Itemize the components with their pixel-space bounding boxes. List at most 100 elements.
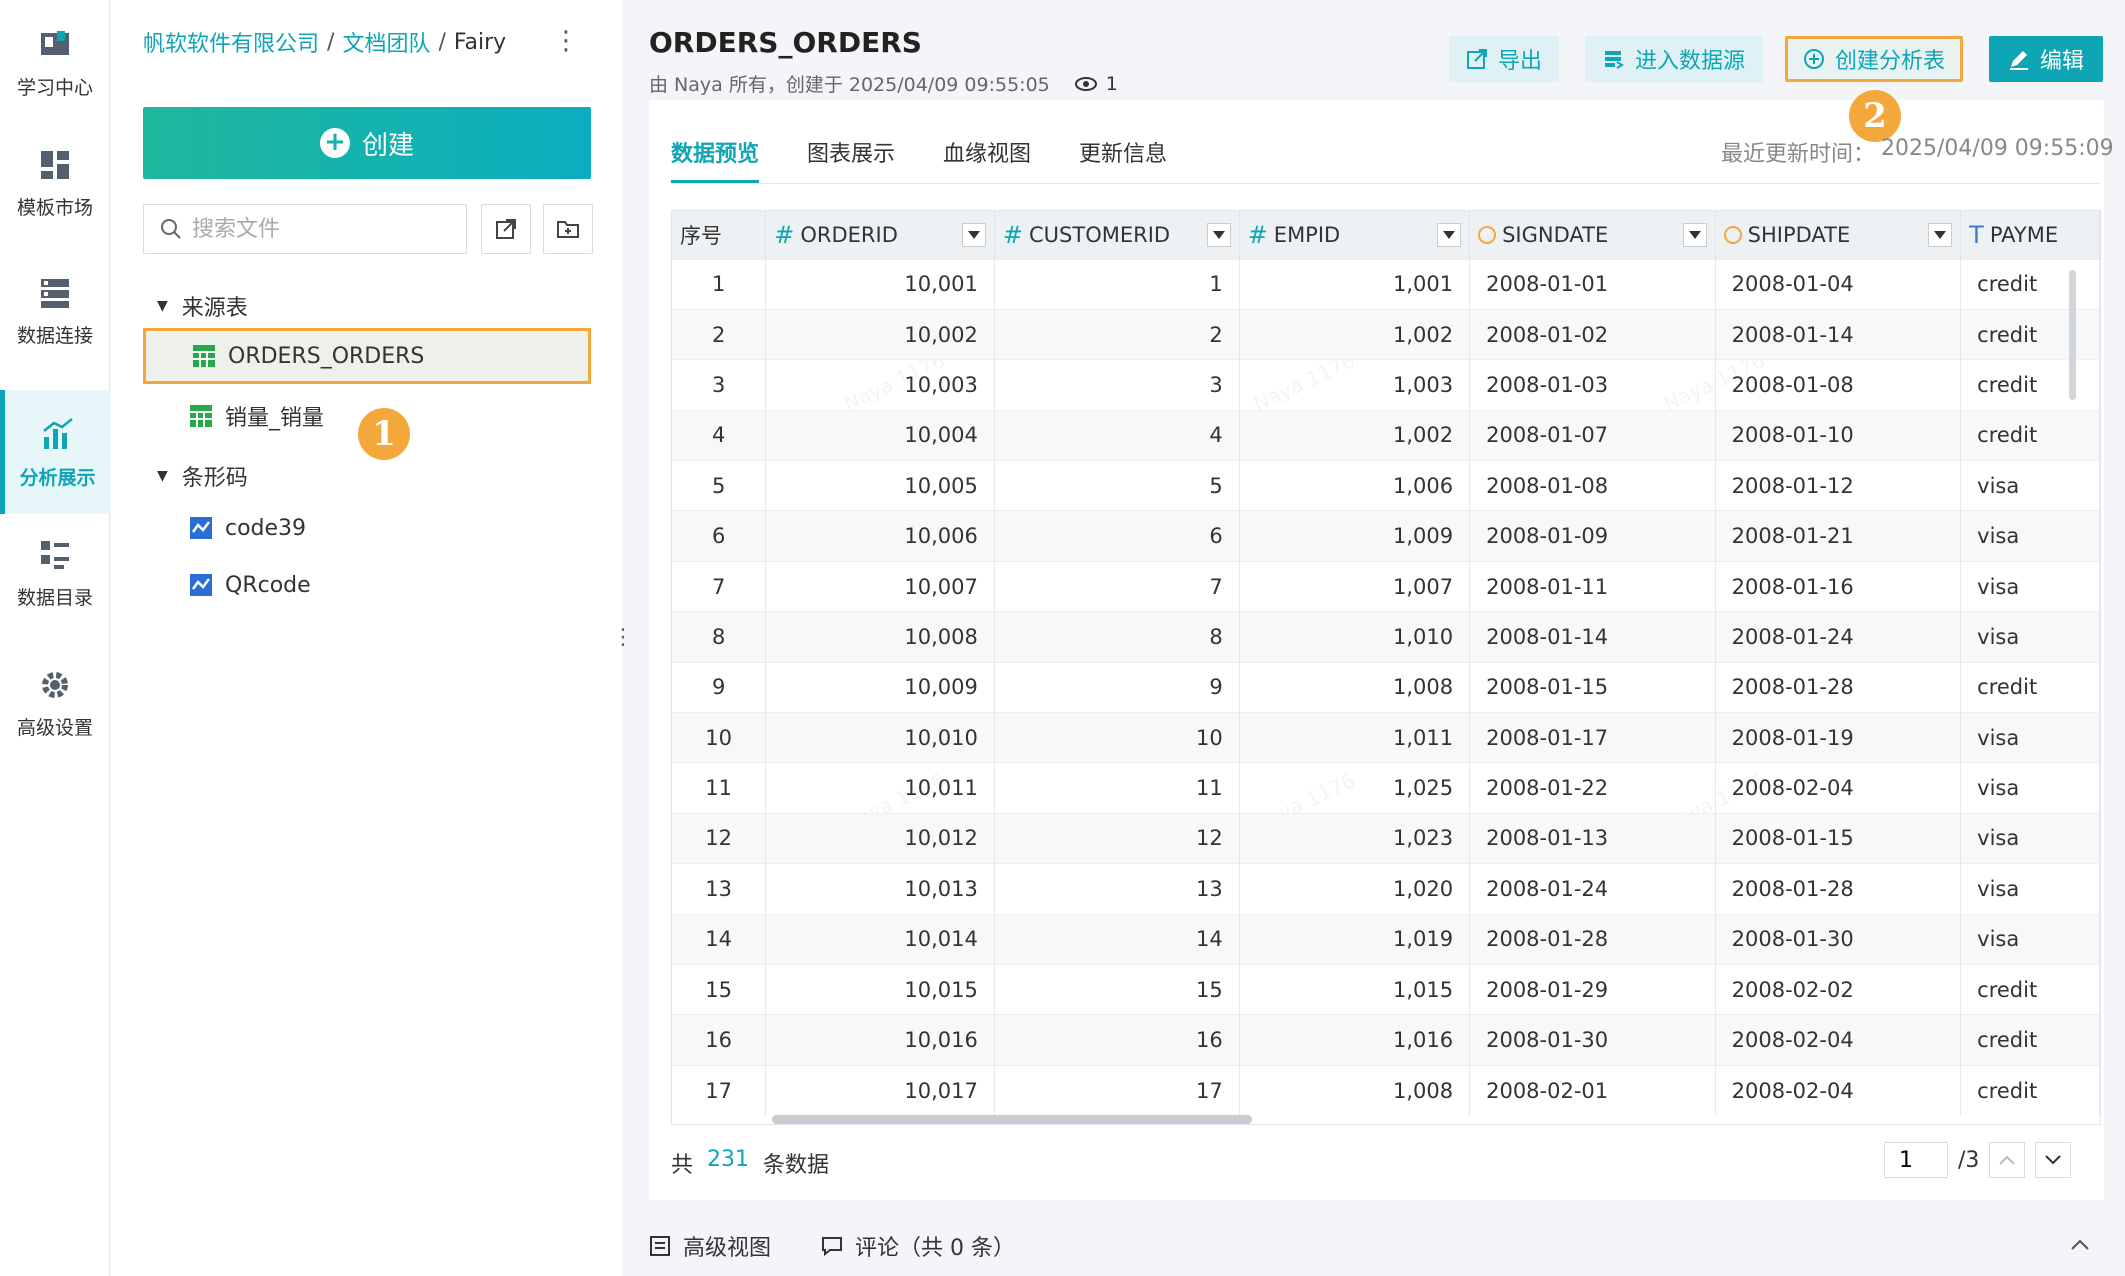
rail-item-data-connection[interactable]: 数据连接 [0, 248, 110, 372]
expand-panel-button[interactable] [2070, 1232, 2090, 1257]
table-cell: 1,020 [1239, 863, 1471, 915]
tree-group-source[interactable]: ▼ 来源表 [157, 290, 248, 322]
file-panel: 帆软软件有限公司 / 文档团队 / Fairy ⋮ + 创建 ▼ 来源表 ORD… [111, 0, 622, 1276]
table-row[interactable]: 6 10,006 6 1,009 2008-01-09 2008-01-21 visa [672, 510, 2100, 562]
tree-item-orders[interactable]: ORDERS_ORDERS [143, 328, 591, 384]
column-header-signdate[interactable]: SIGNDATE [1469, 211, 1716, 259]
table-cell: 2008-01-28 [1715, 661, 1962, 713]
column-header-empid[interactable]: # EMPID [1239, 211, 1471, 259]
table-row[interactable]: 2 10,002 2 1,002 2008-01-02 2008-01-14 credit [672, 308, 2100, 360]
pagination: /3 [1884, 1142, 2072, 1178]
rail-item-analysis[interactable]: 分析展示 [0, 390, 110, 514]
template-icon [41, 150, 69, 179]
rail-label: 学习中心 [16, 76, 93, 99]
column-header-orderid[interactable]: # ORDERID [765, 211, 995, 259]
table-row[interactable]: 12 10,012 12 1,023 2008-01-13 2008-01-15 visa [672, 812, 2100, 864]
table-cell: credit [1960, 1064, 2100, 1116]
column-dropdown-button[interactable] [1206, 222, 1231, 247]
column-header-payment[interactable]: T PAYME [1960, 211, 2100, 259]
horizontal-scrollbar[interactable] [772, 1115, 1252, 1124]
search-input[interactable] [192, 216, 452, 242]
export-button[interactable]: 导出 [1449, 36, 1559, 82]
edit-button[interactable]: 编辑 [1989, 36, 2103, 82]
column-dropdown-button[interactable] [961, 222, 986, 247]
page-subtitle: 由 Naya 所有，创建于 2025/04/09 09:55:05 1 [649, 70, 1118, 97]
advanced-view-button[interactable]: 高级视图 [649, 1230, 771, 1262]
tree-item-qrcode[interactable]: QRcode [143, 557, 591, 613]
prev-page-button[interactable] [1989, 1142, 2026, 1178]
column-dropdown-button[interactable] [1437, 222, 1462, 247]
rail-label: 模板市场 [16, 196, 93, 219]
create-analysis-table-button[interactable]: 创建分析表 [1785, 36, 1963, 82]
tab-update-info[interactable]: 更新信息 [1079, 136, 1167, 184]
vertical-scrollbar[interactable] [2069, 270, 2076, 400]
page-input[interactable] [1884, 1142, 1948, 1178]
table-cell: credit [1960, 661, 2100, 713]
more-vertical-icon[interactable]: ⋮ [551, 26, 581, 56]
column-header-shipdate[interactable]: SHIPDATE [1715, 211, 1962, 259]
table-row[interactable]: 1 10,001 1 1,001 2008-01-01 2008-01-04 credit [672, 258, 2100, 310]
table-row[interactable]: 11 10,011 11 1,025 2008-01-22 2008-02-04 visa [672, 762, 2100, 814]
export-label: 导出 [1497, 49, 1542, 74]
table-row[interactable]: 8 10,008 8 1,010 2008-01-14 2008-01-24 visa [672, 611, 2100, 663]
rail-item-catalog[interactable]: 数据目录 [0, 510, 110, 634]
table-cell: 2008-01-29 [1469, 963, 1716, 1015]
column-dropdown-button[interactable] [1682, 222, 1707, 247]
number-type-icon: # [1002, 220, 1023, 249]
table-row[interactable]: 3 10,003 3 1,003 2008-01-03 2008-01-08 credit [672, 359, 2100, 411]
record-count: 共 231 条数据 [671, 1147, 830, 1178]
table-row[interactable]: 7 10,007 7 1,007 2008-01-11 2008-01-16 visa [672, 560, 2100, 612]
rail-item-advanced-settings[interactable]: 高级设置 [0, 640, 110, 764]
rail-label: 数据目录 [16, 586, 93, 609]
rail-item-learning[interactable]: 学习中心 [0, 0, 110, 124]
table-row[interactable]: 13 10,013 13 1,020 2008-01-24 2008-01-28 visa [672, 863, 2100, 915]
table-cell: 2008-01-17 [1469, 712, 1716, 763]
new-folder-button[interactable] [543, 204, 593, 254]
table-row[interactable]: 15 10,015 15 1,015 2008-01-29 2008-02-02 credi… [672, 963, 2100, 1015]
table-cell: 1,016 [1239, 1014, 1471, 1066]
column-header-customerid[interactable]: # CUSTOMERID [994, 211, 1240, 259]
column-dropdown-button[interactable] [1928, 222, 1953, 247]
breadcrumb-team[interactable]: 文档团队 [342, 26, 430, 58]
table-row[interactable]: 9 10,009 9 1,008 2008-01-15 2008-01-28 credit [672, 661, 2100, 713]
datasource-icon [1604, 51, 1624, 69]
comments-button[interactable]: 评论（共 0 条） [821, 1230, 1015, 1262]
tree-item-label: ORDERS_ORDERS [228, 343, 425, 369]
enter-datasource-button[interactable]: 进入数据源 [1585, 36, 1763, 82]
data-grid: 序号 # ORDERID # CUSTOMERID # EMPID SIGNDATE … [672, 211, 2100, 1116]
table-cell: 10,013 [765, 863, 995, 915]
table-cell: 2008-01-24 [1469, 863, 1716, 915]
record-count-value: 231 [707, 1147, 750, 1172]
table-cell: 2008-01-02 [1469, 308, 1716, 360]
table-cell: 3 [672, 359, 767, 411]
table-cell: 2008-01-19 [1715, 712, 1962, 763]
table-row[interactable]: 14 10,014 14 1,019 2008-01-28 2008-01-30 visa [672, 913, 2100, 965]
tree-group-barcode[interactable]: ▼ 条形码 [157, 460, 248, 492]
locate-file-button[interactable] [481, 204, 531, 254]
table-cell: 2008-01-21 [1715, 510, 1962, 562]
tree-item-code39[interactable]: code39 [143, 500, 591, 556]
table-cell: 3 [994, 359, 1240, 411]
table-cell: 12 [672, 812, 767, 864]
rail-item-template[interactable]: 模板市场 [0, 120, 110, 244]
table-cell: 2008-01-30 [1469, 1014, 1716, 1066]
table-cell: 1,003 [1239, 359, 1471, 411]
breadcrumb-org[interactable]: 帆软软件有限公司 [143, 26, 319, 58]
tab-chart-display[interactable]: 图表展示 [807, 136, 895, 184]
tab-lineage-view[interactable]: 血缘视图 [943, 136, 1031, 184]
create-button[interactable]: + 创建 [143, 107, 591, 179]
table-row[interactable]: 10 10,010 10 1,011 2008-01-17 2008-01-19 visa [672, 712, 2100, 763]
table-cell: 1,015 [1239, 963, 1471, 1015]
table-cell: 12 [994, 812, 1240, 864]
table-row[interactable]: 5 10,005 5 1,006 2008-01-08 2008-01-12 visa [672, 460, 2100, 511]
table-row[interactable]: 16 10,016 16 1,016 2008-01-30 2008-02-04 credi… [672, 1014, 2100, 1066]
edit-label: 编辑 [2039, 49, 2084, 74]
table-row[interactable]: 4 10,004 4 1,002 2008-01-07 2008-01-10 credit [672, 409, 2100, 461]
table-row[interactable]: 17 10,017 17 1,008 2008-02-01 2008-02-04 credi… [672, 1064, 2100, 1116]
table-cell: 10,012 [765, 812, 995, 864]
table-cell: credit [1960, 258, 2100, 310]
table-cell: 10,010 [765, 712, 995, 763]
tab-data-preview[interactable]: 数据预览 [671, 136, 760, 184]
next-page-button[interactable] [2035, 1142, 2072, 1178]
analysis-table-icon [190, 517, 212, 539]
